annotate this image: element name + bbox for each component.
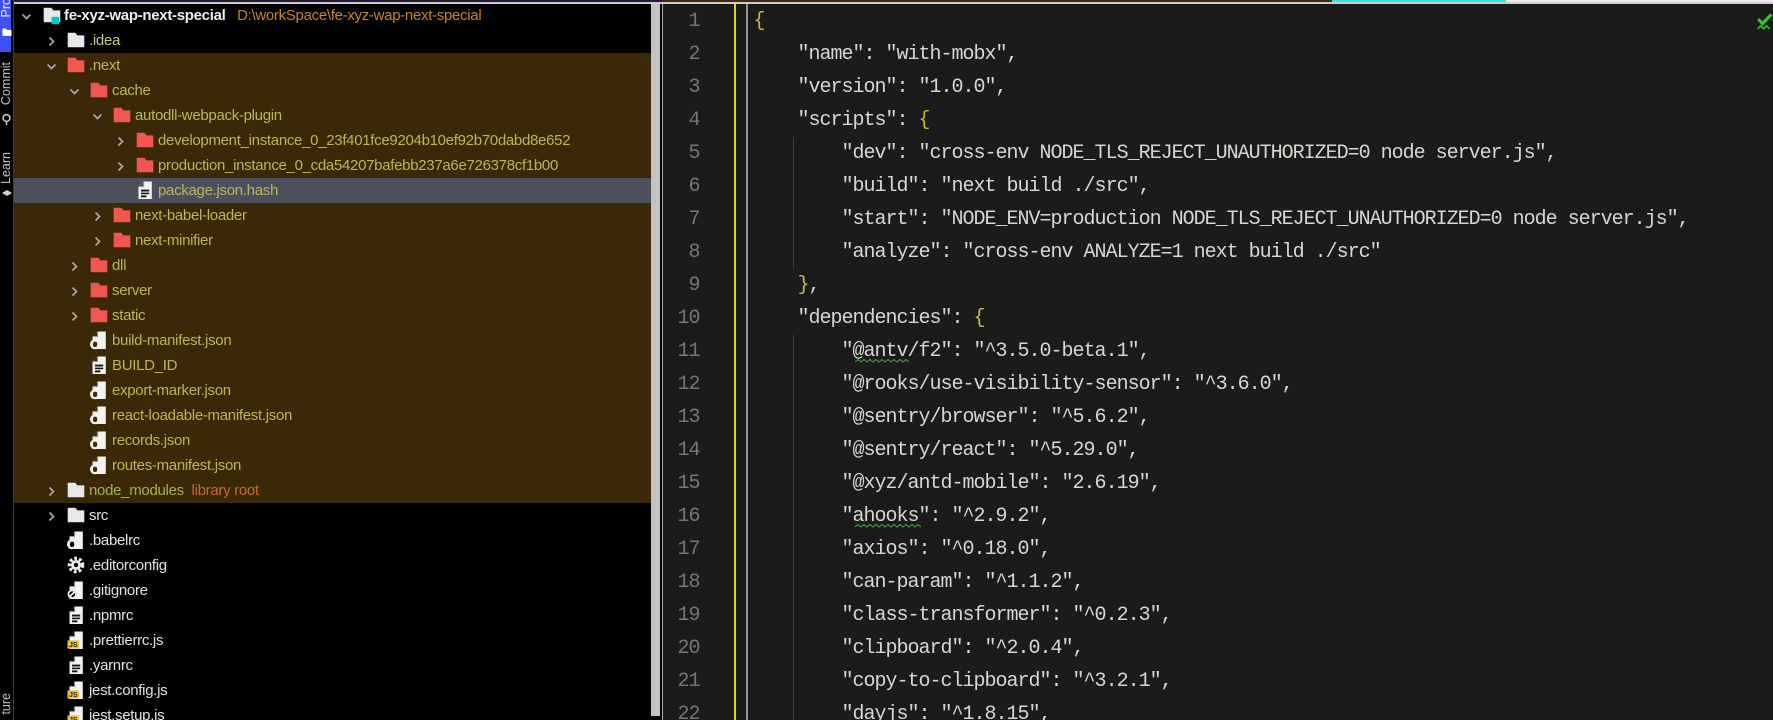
svg-text:{}: {} bbox=[91, 342, 99, 350]
svg-text:{}: {} bbox=[91, 392, 99, 400]
svg-text:{}: {} bbox=[68, 542, 76, 550]
svg-text:JS: JS bbox=[69, 642, 78, 649]
svg-text:{}: {} bbox=[91, 442, 99, 450]
svg-text:{}: {} bbox=[91, 467, 99, 475]
svg-text:JS: JS bbox=[69, 692, 78, 699]
svg-text:{}: {} bbox=[91, 417, 99, 425]
